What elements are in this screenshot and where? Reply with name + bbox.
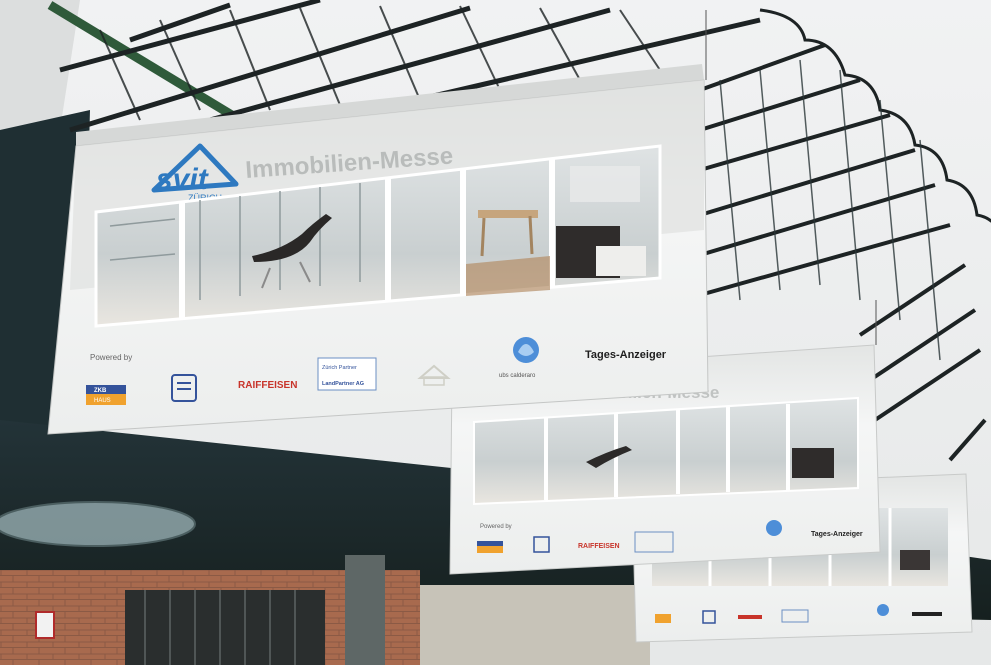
sponsor-tages-anzeiger: Tages-Anzeiger — [585, 349, 667, 361]
photo-scene: Immobilien-Messe Powered by RAIFFEISEN T… — [0, 0, 991, 665]
powered-by-label: Powered by — [90, 353, 132, 362]
sign-post — [35, 611, 55, 639]
sponsor-landpartner-logo: Zürich Partner LandPartner AG — [317, 357, 377, 391]
sponsor-zkb-logo: ZKB HAUS — [86, 385, 126, 405]
svg-text:HAUS: HAUS — [94, 398, 111, 404]
svg-text:Tages-Anzeiger: Tages-Anzeiger — [811, 531, 863, 538]
svg-text:ubs calderaro: ubs calderaro — [499, 373, 536, 379]
svit-logo-text: svit — [156, 163, 210, 196]
pillar — [345, 555, 385, 665]
sponsor-raiffeisen: RAIFFEISEN — [238, 380, 297, 391]
svg-text:RAIFFEISEN: RAIFFEISEN — [578, 543, 620, 550]
svg-text:Powered by: Powered by — [480, 524, 512, 530]
svg-text:Zürich Partner: Zürich Partner — [322, 365, 357, 371]
svg-text:ZKB: ZKB — [94, 388, 107, 394]
svg-text:LandPartner AG: LandPartner AG — [322, 381, 364, 387]
